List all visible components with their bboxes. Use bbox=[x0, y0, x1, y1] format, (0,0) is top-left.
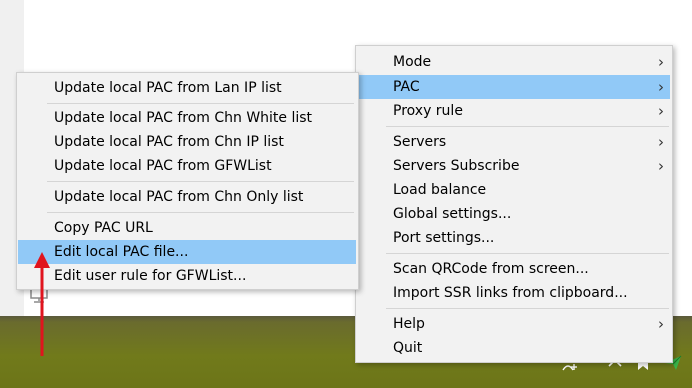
annotation-arrow bbox=[34, 252, 50, 356]
